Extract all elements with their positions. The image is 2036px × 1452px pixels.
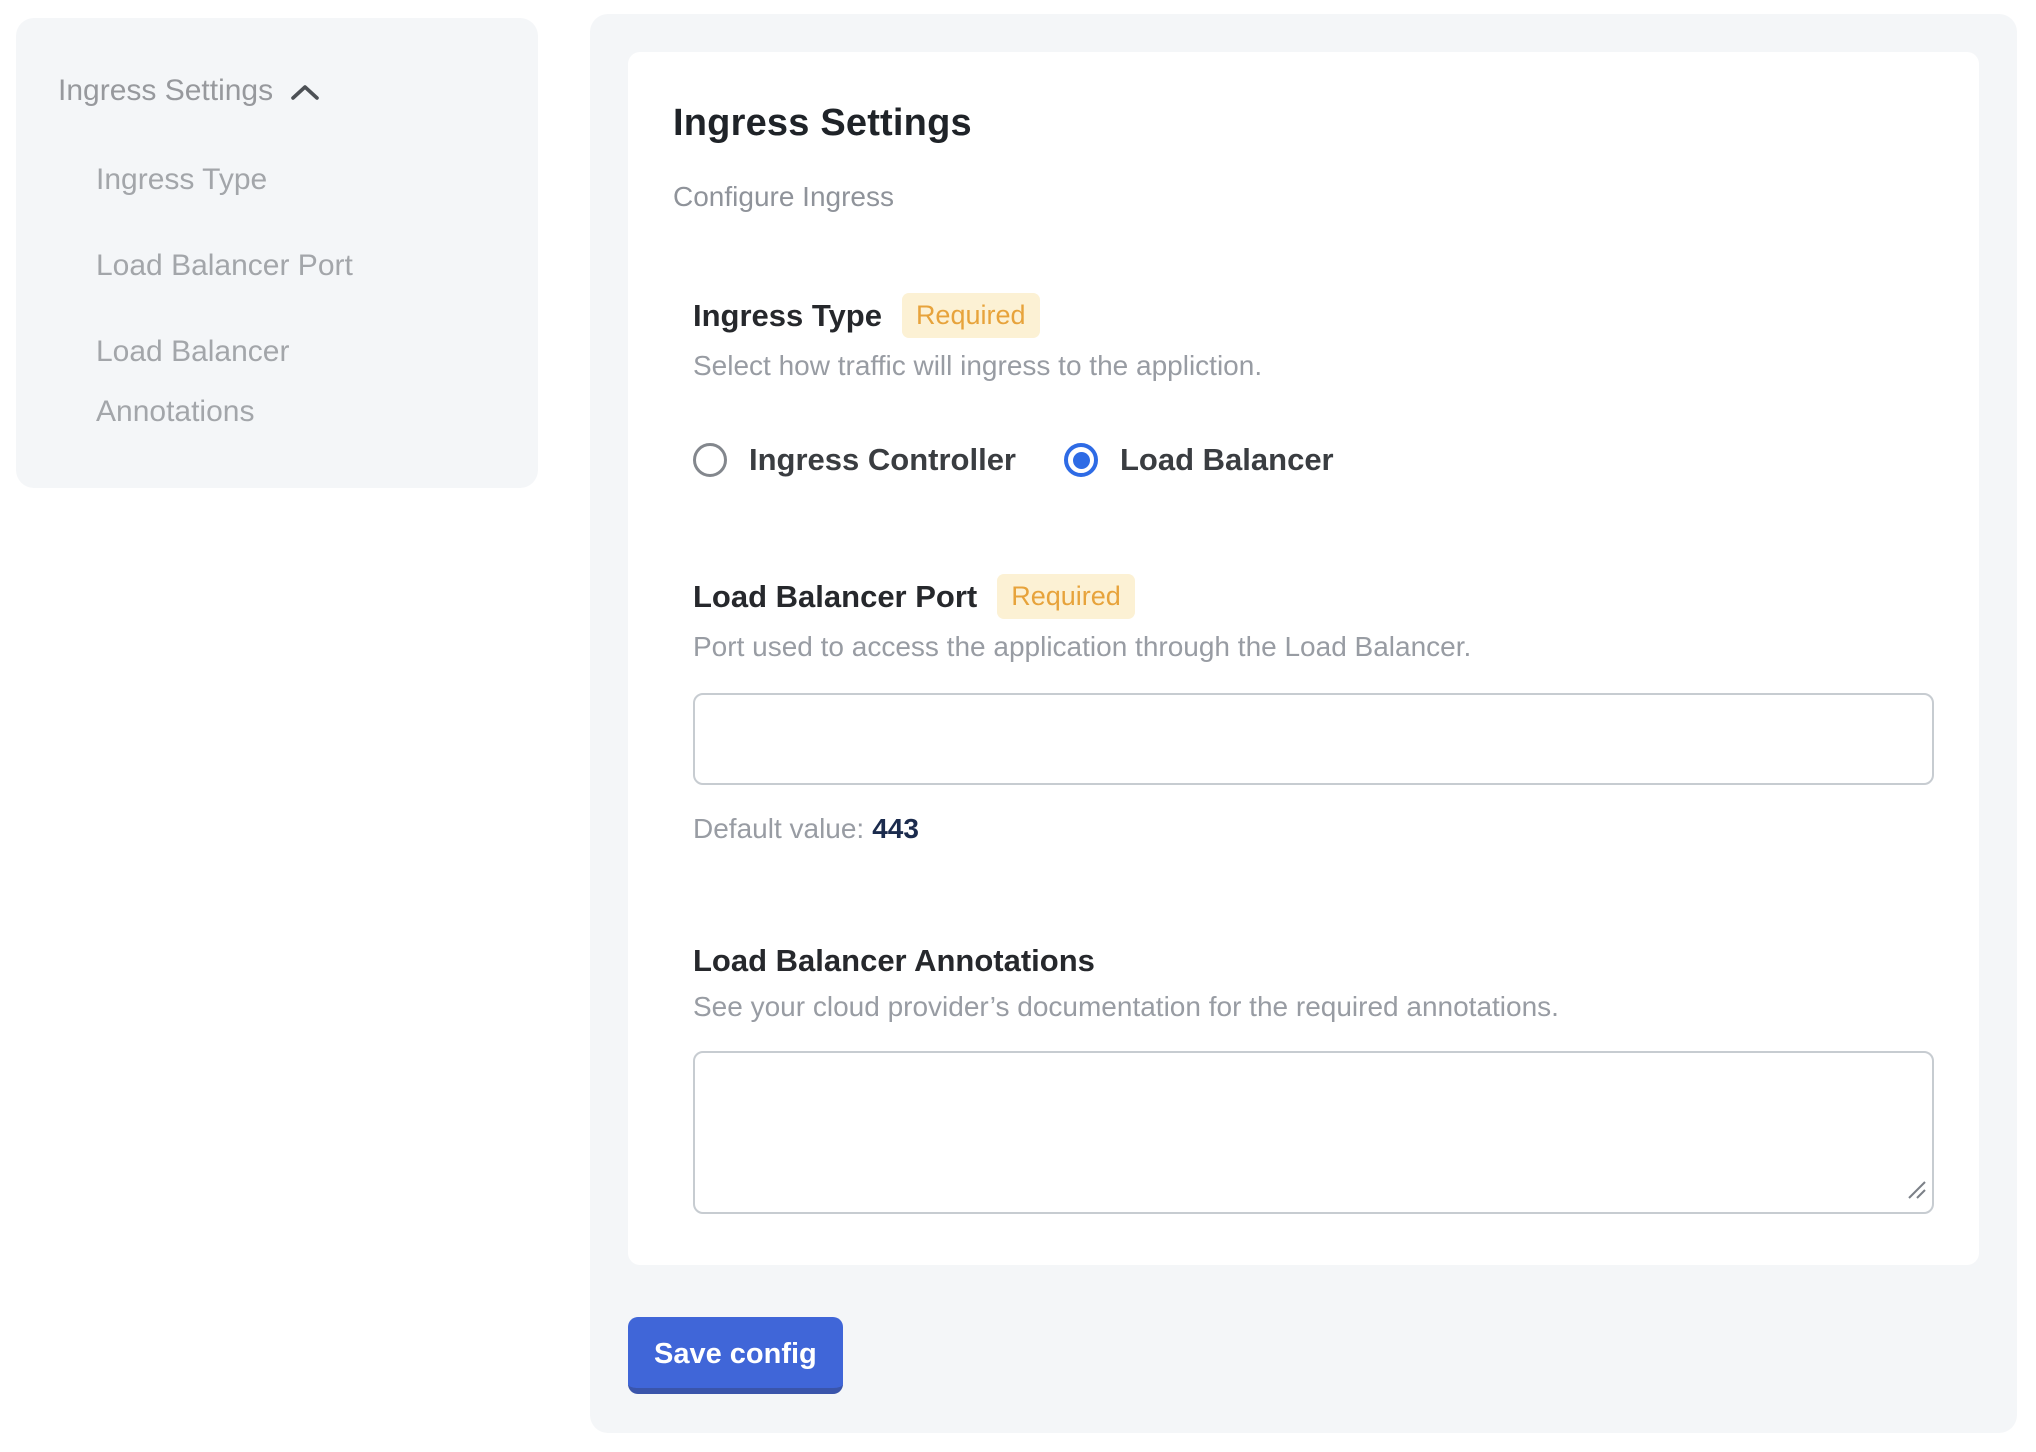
- page-title: Ingress Settings: [673, 102, 1934, 145]
- settings-sidebar: Ingress Settings Ingress Type Load Balan…: [16, 18, 538, 488]
- section-load-balancer-annotations: Load Balancer Annotations See your cloud…: [693, 943, 1934, 1214]
- ingress-settings-card: Ingress Settings Configure Ingress Ingre…: [628, 52, 1979, 1265]
- page-subtitle: Configure Ingress: [673, 181, 1934, 213]
- sidebar-item-ingress-type[interactable]: Ingress Type: [96, 150, 408, 210]
- required-badge: Required: [997, 574, 1135, 619]
- ingress-type-description: Select how traffic will ingress to the a…: [693, 350, 1934, 382]
- lb-port-default-row: Default value: 443: [693, 813, 1934, 845]
- ingress-type-radio-group: Ingress Controller Load Balancer: [693, 442, 1934, 478]
- lb-port-label: Load Balancer Port: [693, 579, 977, 615]
- sidebar-section-ingress-settings[interactable]: Ingress Settings: [58, 74, 498, 108]
- default-value-label: Default value:: [693, 813, 864, 844]
- radio-circle-icon: [693, 443, 727, 477]
- save-config-button[interactable]: Save config: [628, 1317, 843, 1394]
- lb-annotations-description: See your cloud provider’s documentation …: [693, 991, 1934, 1023]
- lb-port-description: Port used to access the application thro…: [693, 631, 1934, 663]
- sidebar-item-list: Ingress Type Load Balancer Port Load Bal…: [96, 150, 498, 442]
- required-badge: Required: [902, 293, 1040, 338]
- lb-port-input[interactable]: [693, 693, 1934, 785]
- lb-annotations-textarea[interactable]: [693, 1051, 1934, 1214]
- radio-load-balancer[interactable]: Load Balancer: [1064, 442, 1334, 478]
- radio-ingress-controller-label: Ingress Controller: [749, 442, 1016, 478]
- default-value: 443: [872, 813, 919, 844]
- section-ingress-type: Ingress Type Required Select how traffic…: [693, 293, 1934, 478]
- sidebar-item-load-balancer-annotations[interactable]: Load Balancer Annotations: [96, 322, 408, 442]
- sidebar-item-load-balancer-port[interactable]: Load Balancer Port: [96, 236, 408, 296]
- ingress-settings-panel: Ingress Settings Configure Ingress Ingre…: [590, 14, 2017, 1433]
- section-load-balancer-port: Load Balancer Port Required Port used to…: [693, 574, 1934, 845]
- form-sections: Ingress Type Required Select how traffic…: [693, 293, 1934, 1214]
- chevron-up-icon: [289, 82, 321, 104]
- ingress-type-label: Ingress Type: [693, 298, 882, 334]
- sidebar-section-label: Ingress Settings: [58, 74, 273, 108]
- radio-circle-icon: [1064, 443, 1098, 477]
- lb-annotations-label: Load Balancer Annotations: [693, 943, 1095, 979]
- radio-ingress-controller[interactable]: Ingress Controller: [693, 442, 1016, 478]
- radio-load-balancer-label: Load Balancer: [1120, 442, 1334, 478]
